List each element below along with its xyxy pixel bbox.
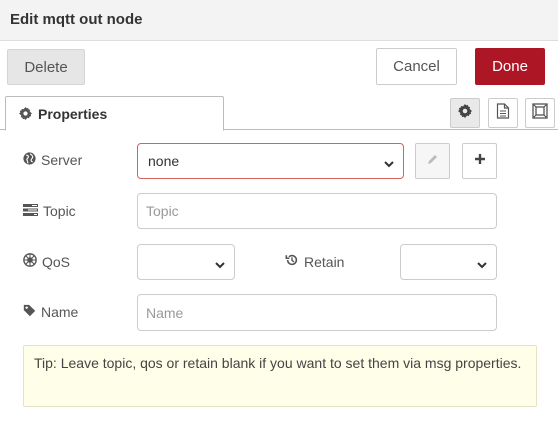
retain-label: Retain bbox=[285, 253, 344, 270]
delete-button[interactable]: Delete bbox=[7, 49, 85, 85]
server-label: Server bbox=[23, 152, 82, 168]
tasks-icon bbox=[23, 203, 38, 219]
cancel-button[interactable]: Cancel bbox=[376, 48, 457, 85]
tag-icon bbox=[23, 304, 36, 320]
pencil-icon bbox=[427, 152, 439, 170]
tab-settings[interactable] bbox=[450, 98, 480, 128]
server-select-value: none bbox=[148, 153, 180, 169]
retain-select[interactable] bbox=[400, 244, 497, 280]
topic-label: Topic bbox=[23, 203, 76, 219]
chevron-down-icon bbox=[383, 156, 395, 172]
plus-icon bbox=[474, 152, 486, 170]
done-button[interactable]: Done bbox=[475, 48, 545, 85]
server-select[interactable]: none bbox=[137, 143, 404, 179]
name-input[interactable]: Name bbox=[137, 294, 497, 331]
add-server-button[interactable] bbox=[462, 143, 497, 179]
file-text-icon bbox=[496, 102, 510, 124]
tab-appearance[interactable] bbox=[525, 98, 555, 128]
server-label-text: Server bbox=[41, 152, 83, 168]
appearance-icon bbox=[532, 102, 548, 124]
name-label: Name bbox=[23, 304, 78, 320]
tab-properties[interactable]: Properties bbox=[5, 96, 224, 131]
edit-server-button[interactable] bbox=[415, 143, 450, 179]
chevron-down-icon bbox=[476, 257, 488, 273]
chevron-down-icon bbox=[214, 257, 226, 273]
globe-icon bbox=[23, 152, 36, 168]
topic-input[interactable]: Topic bbox=[137, 193, 497, 229]
qos-label: QoS bbox=[23, 253, 70, 270]
name-label-text: Name bbox=[41, 304, 79, 320]
tab-bar: Properties bbox=[0, 96, 558, 131]
dialog-titlebar: Edit mqtt out node bbox=[0, 0, 558, 41]
qos-label-text: QoS bbox=[42, 253, 71, 270]
tip-box: Tip: Leave topic, qos or retain blank if… bbox=[23, 345, 537, 407]
topic-label-text: Topic bbox=[43, 203, 76, 219]
gear-icon bbox=[458, 103, 472, 123]
empire-icon bbox=[23, 253, 37, 270]
tab-description[interactable] bbox=[488, 98, 518, 128]
gear-icon bbox=[19, 107, 32, 120]
dialog-title: Edit mqtt out node bbox=[10, 11, 143, 28]
history-icon bbox=[285, 253, 299, 270]
tab-properties-label: Properties bbox=[38, 105, 108, 122]
retain-label-text: Retain bbox=[304, 253, 345, 270]
qos-select[interactable] bbox=[137, 244, 235, 280]
